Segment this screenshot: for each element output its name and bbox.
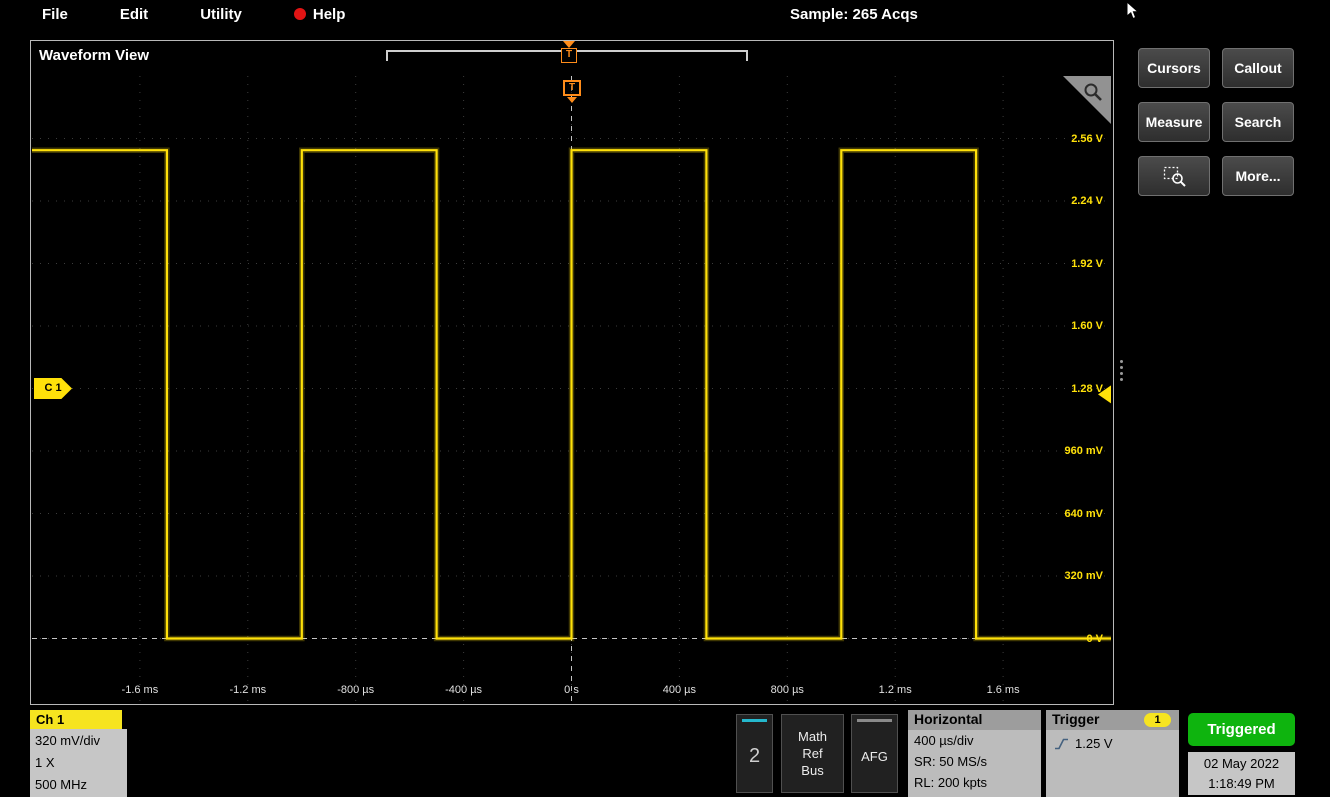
callout-button[interactable]: Callout (1222, 48, 1294, 88)
rising-edge-icon (1054, 737, 1069, 751)
results-bar: Cursors Callout Measure Search More... (1138, 48, 1328, 196)
channel1-bandwidth: 500 MHz (35, 774, 127, 796)
splitter-dot (1120, 366, 1123, 369)
cursors-button[interactable]: Cursors (1138, 48, 1210, 88)
panel-title: Waveform View (39, 47, 149, 64)
datetime-display: 02 May 2022 1:18:49 PM (1188, 752, 1295, 795)
ref-label: Ref (802, 746, 822, 762)
bottom-strip (0, 797, 1330, 808)
waveform-view-panel: Waveform View T 2.56 V2.24 V1.92 V1.60 V… (30, 40, 1114, 705)
channel2-color-bar (742, 719, 767, 722)
trigger-header: Trigger 1 (1046, 710, 1179, 730)
time-label: 1:18:49 PM (1188, 774, 1295, 794)
trigger-level-row: 1.25 V (1046, 730, 1179, 751)
search-button[interactable]: Search (1222, 102, 1294, 142)
channel2-button[interactable]: 2 (736, 714, 773, 793)
mouse-cursor (1126, 1, 1140, 21)
menu-edit[interactable]: Edit (120, 6, 148, 23)
trigger-level: 1.25 V (1075, 736, 1113, 751)
panel-splitter-handle[interactable] (1120, 360, 1123, 381)
menu-utility[interactable]: Utility (200, 6, 242, 23)
trigger-source-badge: 1 (1144, 713, 1171, 727)
settings-bar: Ch 1 320 mV/div 1 X 500 MHz 2 Math Ref B… (0, 708, 1330, 797)
trigger-t-icon: T (561, 48, 577, 63)
menu-file[interactable]: File (42, 6, 68, 23)
trigger-flag-arrow-icon (567, 97, 577, 103)
date-label: 02 May 2022 (1188, 754, 1295, 774)
splitter-dot (1120, 378, 1123, 381)
channel1-badge[interactable]: Ch 1 (30, 710, 122, 729)
math-ref-bus-button[interactable]: Math Ref Bus (781, 714, 844, 793)
help-status-dot-icon (294, 8, 306, 20)
horizontal-title: Horizontal (908, 710, 1041, 730)
magnifier-icon (1082, 81, 1104, 103)
waveform-plot[interactable]: 2.56 V2.24 V1.92 V1.60 V1.28 V960 mV640 … (32, 76, 1111, 701)
trigger-arrow-icon (563, 41, 575, 48)
sidebar-button-grid: Cursors Callout Measure Search More... (1138, 48, 1328, 196)
trigger-panel[interactable]: Trigger 1 1.25 V (1046, 710, 1179, 797)
zoom-mode-button[interactable] (1138, 156, 1210, 196)
channel1-scale: 320 mV/div (35, 730, 127, 752)
horizontal-panel[interactable]: Horizontal 400 µs/div SR: 50 MS/s RL: 20… (908, 710, 1041, 797)
channel1-settings[interactable]: 320 mV/div 1 X 500 MHz (30, 729, 127, 797)
channel1-attenuation: 1 X (35, 752, 127, 774)
more-button[interactable]: More... (1222, 156, 1294, 196)
trigger-flag-box: T (563, 80, 581, 96)
waveform-svg (32, 76, 1111, 701)
splitter-dot (1120, 372, 1123, 375)
record-length: RL: 200 kpts (908, 772, 1041, 793)
trigger-position-overview-marker[interactable]: T (558, 41, 580, 63)
sample-rate: SR: 50 MS/s (908, 751, 1041, 772)
math-label: Math (798, 729, 827, 745)
afg-color-bar (857, 719, 892, 722)
afg-button[interactable]: AFG (851, 714, 898, 793)
trigger-title: Trigger (1052, 711, 1099, 727)
trigger-position-flag[interactable]: T (562, 80, 582, 103)
afg-label: AFG (852, 749, 897, 764)
menu-help[interactable]: Help (294, 6, 346, 23)
bus-label: Bus (801, 763, 823, 779)
sample-status: Sample: 265 Acqs (790, 6, 918, 23)
zoom-box-icon (1162, 165, 1187, 188)
trigger-status-badge: Triggered (1188, 713, 1295, 746)
splitter-dot (1120, 360, 1123, 363)
measure-button[interactable]: Measure (1138, 102, 1210, 142)
menu-help-label: Help (313, 6, 346, 23)
horizontal-scale: 400 µs/div (908, 730, 1041, 751)
channel2-label: 2 (737, 745, 772, 768)
